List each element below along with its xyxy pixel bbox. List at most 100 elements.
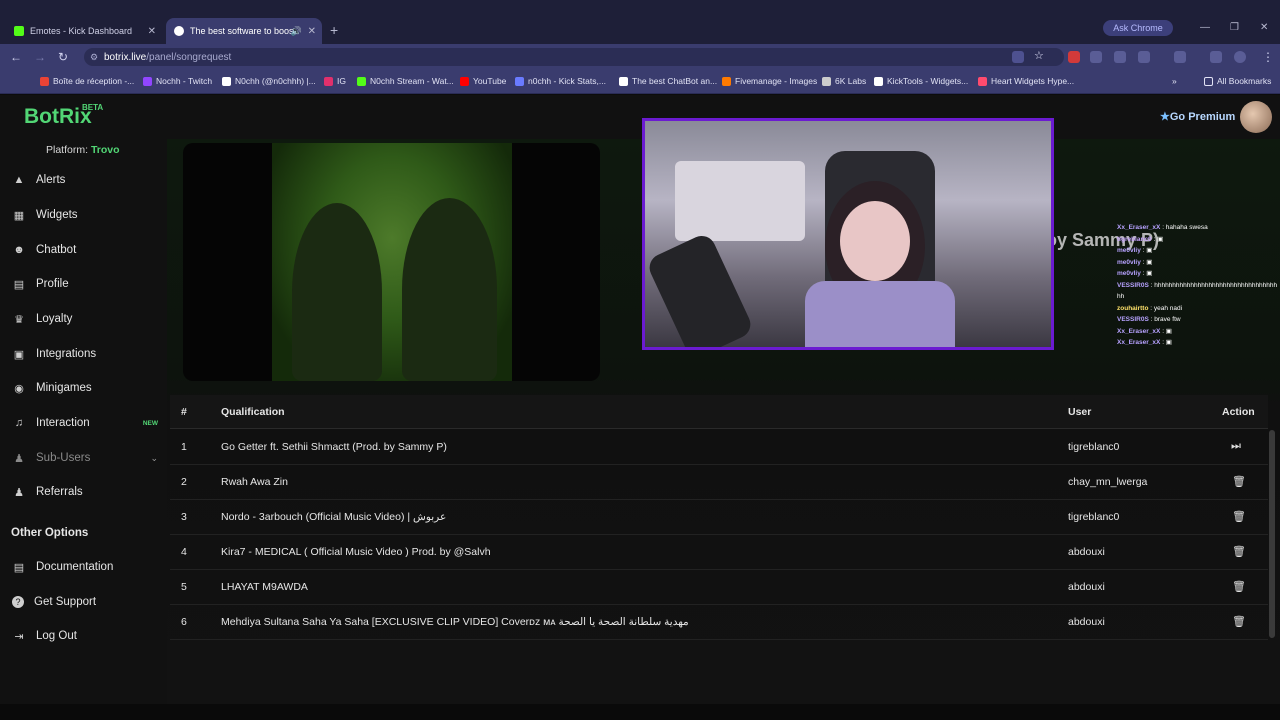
- grid-icon: ▦: [13, 209, 25, 222]
- bookmarks-overflow-icon[interactable]: »: [1172, 76, 1177, 86]
- tiktok-icon: [222, 76, 231, 86]
- chat-message: zouhairtto : yeah nadi: [1117, 303, 1280, 315]
- sidebar-item-get-support[interactable]: ? Get Support: [12, 590, 160, 614]
- sidebar-item-loyalty[interactable]: ♛ Loyalty: [12, 307, 160, 331]
- sidebar-item-interaction[interactable]: ♫ Interaction NEW: [12, 411, 160, 435]
- close-tab-icon[interactable]: ✕: [308, 26, 316, 37]
- go-premium-button[interactable]: ★Go Premium: [1160, 110, 1235, 123]
- bookmark-label: Boîte de réception -...: [53, 76, 135, 86]
- extension-icon[interactable]: [1174, 51, 1186, 63]
- new-tab-button[interactable]: +: [330, 22, 338, 38]
- sidebar-item-documentation[interactable]: ▤ Documentation: [12, 555, 160, 579]
- bookmark-item[interactable]: Nochh - Twitch: [143, 76, 212, 86]
- bookmark-item[interactable]: YouTube: [460, 76, 506, 86]
- sidebar-item-minigames[interactable]: ◉ Minigames: [12, 376, 160, 400]
- back-icon[interactable]: ←: [10, 50, 22, 64]
- user-avatar[interactable]: [1240, 101, 1272, 133]
- id-card-icon: ▤: [13, 278, 25, 291]
- audio-playing-icon[interactable]: 🔊: [291, 26, 302, 37]
- chat-text: : brave ftw: [1150, 316, 1181, 323]
- row-number: 6: [181, 616, 187, 628]
- table-scrollbar[interactable]: [1269, 430, 1275, 638]
- chat-username: Xx_Eraser_xX: [1117, 327, 1161, 335]
- sidebar-item-profile[interactable]: ▤ Profile: [12, 272, 160, 296]
- tab-botrix[interactable]: The best software to boos 🔊 ✕: [166, 18, 322, 44]
- trash-icon[interactable]: 🗑: [1232, 510, 1246, 523]
- chat-text: : ▣: [1153, 235, 1164, 243]
- bookmark-item[interactable]: n0chh - Kick Stats,...: [515, 76, 606, 86]
- row-user: abdouxi: [1068, 616, 1105, 628]
- bookmark-label: n0chh - Kick Stats,...: [528, 76, 606, 86]
- bookmark-item[interactable]: N0chh (@n0chhh) |...: [222, 76, 316, 86]
- chat-username: me0vliy: [1117, 270, 1141, 277]
- chat-username: me0vliy: [1117, 247, 1141, 254]
- row-user: tigreblanc0: [1068, 511, 1120, 523]
- extension-icon[interactable]: [1210, 51, 1222, 63]
- translate-icon[interactable]: [1012, 51, 1024, 63]
- chat-message: me0vliy : ▣: [1117, 268, 1280, 280]
- song-video-player[interactable]: [183, 143, 600, 381]
- alert-triangle-icon: ▲: [13, 174, 25, 186]
- trash-icon[interactable]: 🗑: [1232, 615, 1246, 628]
- sidebar-item-integrations[interactable]: ▣ Integrations: [12, 342, 160, 366]
- reload-icon[interactable]: ↻: [58, 50, 68, 64]
- platform-indicator: Platform: Trovo: [46, 144, 120, 156]
- url-bar[interactable]: ⚙ botrix.live/panel/songrequest: [84, 48, 1064, 66]
- forward-icon[interactable]: →: [34, 50, 46, 64]
- sidebar-item-widgets[interactable]: ▦ Widgets: [12, 203, 160, 227]
- table-row: 2 Rwah Awa Zin chay_mn_lwerga 🗑: [170, 465, 1268, 500]
- bookmark-item[interactable]: N0chh Stream - Wat...: [357, 76, 454, 86]
- users-icon: ♟: [14, 452, 24, 465]
- gmail-icon: [40, 76, 49, 86]
- maximize-icon[interactable]: ❐: [1230, 22, 1239, 33]
- trash-icon[interactable]: 🗑: [1232, 545, 1246, 558]
- botrix-logo[interactable]: BotRix BETA: [24, 103, 103, 129]
- sidebar-item-label: Get Support: [34, 596, 97, 608]
- bookmark-item[interactable]: Boîte de réception -...: [40, 76, 134, 86]
- sidebar-item-alerts[interactable]: ▲ Alerts: [12, 168, 160, 192]
- extensions-puzzle-icon[interactable]: [1138, 51, 1150, 63]
- row-number: 4: [181, 546, 187, 558]
- bookmark-item[interactable]: 6K Labs: [822, 76, 866, 86]
- close-window-icon[interactable]: ✕: [1260, 22, 1268, 33]
- minimize-icon[interactable]: —: [1200, 22, 1210, 33]
- tab-kick-dashboard[interactable]: Emotes - Kick Dashboard ✕: [6, 18, 162, 44]
- chat-text: : ▣: [1142, 247, 1153, 254]
- bookmark-star-icon[interactable]: ☆: [1034, 49, 1046, 62]
- row-user: abdouxi: [1068, 581, 1105, 593]
- skip-icon[interactable]: ⏭: [1231, 440, 1241, 453]
- bookmark-item[interactable]: IG: [324, 76, 346, 86]
- other-options-heading: Other Options: [11, 527, 89, 539]
- trash-icon[interactable]: 🗑: [1232, 580, 1246, 593]
- chat-username: VESSIR0S: [1117, 316, 1149, 323]
- chat-message: Xx_Eraser_xX : hahaha swesa: [1117, 222, 1280, 234]
- twitch-icon: [143, 76, 152, 86]
- bookmark-label: N0chh (@n0chhh) |...: [235, 76, 316, 86]
- all-bookmarks-label: All Bookmarks: [1217, 76, 1272, 86]
- extension-icon[interactable]: [1114, 51, 1126, 63]
- sidebar-item-sub-users[interactable]: ♟ Sub-Users ⌄: [12, 446, 160, 470]
- table-row: 6 Mehdiya Sultana Saha Ya Saha [EXCLUSIV…: [170, 605, 1268, 640]
- chat-text: : yeah nadi: [1150, 304, 1183, 312]
- ask-chrome-button[interactable]: Ask Chrome: [1103, 20, 1173, 36]
- row-user: abdouxi: [1068, 546, 1105, 558]
- bookmark-item[interactable]: The best ChatBot an...: [619, 76, 717, 86]
- bookmark-item[interactable]: Fivemanage - Images: [722, 76, 817, 86]
- menu-kebab-icon[interactable]: ⋮: [1262, 50, 1274, 64]
- sidebar-item-log-out[interactable]: ⇥ Log Out: [12, 624, 160, 648]
- address-toolbar: ← → ↻ ⚙ botrix.live/panel/songrequest ☆ …: [0, 44, 1280, 70]
- extension-icon[interactable]: [1068, 51, 1080, 63]
- profile-avatar-icon[interactable]: [1234, 51, 1246, 63]
- site-info-icon[interactable]: ⚙: [90, 52, 98, 63]
- chat-text: : ▣: [1162, 339, 1172, 346]
- trash-icon[interactable]: 🗑: [1232, 475, 1246, 488]
- close-tab-icon[interactable]: ✕: [148, 26, 156, 37]
- sidebar-item-chatbot[interactable]: ☻ Chatbot: [12, 238, 160, 262]
- all-bookmarks-button[interactable]: All Bookmarks: [1204, 76, 1271, 86]
- extension-icon[interactable]: [1090, 51, 1102, 63]
- bookmark-item[interactable]: KickTools - Widgets...: [874, 76, 968, 86]
- video-frame: [272, 143, 512, 381]
- sidebar-item-referrals[interactable]: ♟ Referrals: [12, 480, 160, 504]
- chat-text: : ▣: [1142, 258, 1153, 266]
- bookmark-item[interactable]: Heart Widgets Hype...: [978, 76, 1074, 86]
